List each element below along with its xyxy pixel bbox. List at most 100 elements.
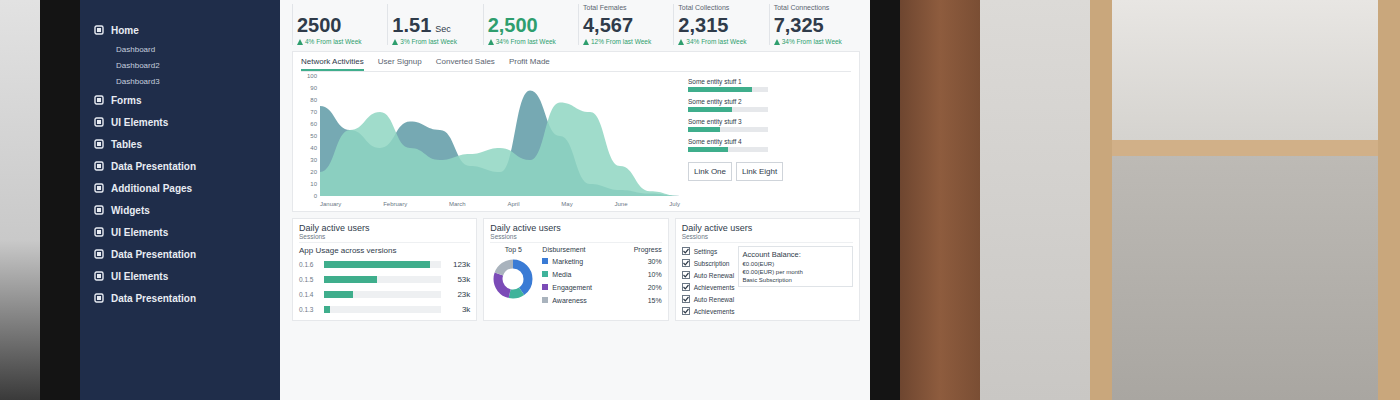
stat-label: Total Females: [583, 4, 669, 13]
sidebar-item[interactable]: UI Elements: [94, 222, 272, 242]
stat-value: 1.51Sec: [392, 14, 478, 37]
menu-item-icon: [94, 95, 104, 105]
stat-tile: 1.51Sec3% From last Week: [387, 4, 478, 45]
sidebar-item[interactable]: Tables: [94, 134, 272, 154]
chart-tab[interactable]: Network Activities: [301, 55, 364, 71]
up-arrow-icon: [583, 39, 589, 45]
sidebar-item[interactable]: Home: [94, 20, 272, 40]
progress-panel: Some entity stuff 1Some entity stuff 2So…: [688, 76, 851, 207]
stat-delta: 4% From last Week: [297, 38, 383, 45]
sidebar-item[interactable]: Forms: [94, 90, 272, 110]
version-bar: 0.1.553k: [299, 273, 470, 285]
checklist-item[interactable]: Settings: [682, 246, 735, 256]
menu-item-icon: [94, 161, 104, 171]
sidebar-item[interactable]: Additional Pages: [94, 178, 272, 198]
version-bar: 0.1.6123k: [299, 258, 470, 270]
sidebar-item[interactable]: Dashboard: [94, 42, 272, 56]
chart-tab[interactable]: Converted Sales: [436, 55, 495, 71]
donut-chart: [490, 256, 536, 302]
menu-item-icon: [94, 139, 104, 149]
stat-label: Total Connections: [774, 4, 860, 13]
stat-value: 2500: [297, 14, 383, 37]
menu-item-icon: [94, 117, 104, 127]
checkbox-icon: [682, 259, 690, 267]
version-bar: 0.1.423k: [299, 288, 470, 300]
menu-item-icon: [94, 293, 104, 303]
y-axis: 1009080706050403020100: [301, 73, 317, 199]
area-series: [320, 102, 680, 196]
donut-segment: [498, 264, 528, 294]
checkbox-icon: [682, 307, 690, 315]
checklist-item[interactable]: Achievements: [682, 282, 735, 292]
laptop: HomeDashboardDashboard2Dashboard3FormsUI…: [40, 0, 900, 400]
checklist-item[interactable]: Auto Renewal: [682, 270, 735, 280]
menu-item-icon: [94, 205, 104, 215]
background-room: [900, 0, 1400, 400]
area-chart: [320, 76, 680, 196]
usage-card: Daily active usersSessionsApp Usage acro…: [292, 218, 477, 321]
up-arrow-icon: [392, 39, 398, 45]
area-series: [320, 90, 680, 196]
sidebar-item[interactable]: UI Elements: [94, 112, 272, 132]
up-arrow-icon: [488, 39, 494, 45]
stats-row: 25004% From last Week1.51Sec3% From last…: [292, 4, 860, 45]
link-button[interactable]: Link One: [688, 162, 732, 181]
stat-value: 2,315: [678, 14, 764, 37]
version-bar: 0.1.33k: [299, 303, 470, 315]
stat-delta: 34% From last Week: [678, 38, 764, 45]
progress-bar: [688, 127, 768, 132]
stat-label: Total Collections: [678, 4, 764, 13]
up-arrow-icon: [774, 39, 780, 45]
menu-item-icon: [94, 227, 104, 237]
checkbox-icon: [682, 295, 690, 303]
door: [900, 0, 980, 400]
account-balance: Account Balance:€0.00(EUR)€0.00(EUR) per…: [738, 246, 853, 287]
progress-bar: [688, 107, 768, 112]
sidebar-item[interactable]: Dashboard3: [94, 74, 272, 88]
checkbox-icon: [682, 283, 690, 291]
stat-delta: 12% From last Week: [583, 38, 669, 45]
checkbox-icon: [682, 271, 690, 279]
menu-item-icon: [94, 183, 104, 193]
chart-tab[interactable]: Profit Made: [509, 55, 550, 71]
sidebar-item[interactable]: Data Presentation: [94, 288, 272, 308]
donut-segment: [498, 264, 528, 294]
stat-tile: 25004% From last Week: [292, 4, 383, 45]
legend-row: Awareness15%: [542, 295, 661, 305]
sidebar-item[interactable]: Widgets: [94, 200, 272, 220]
stat-value: 2,500: [488, 14, 574, 37]
checklist-item[interactable]: Achievements: [682, 306, 735, 316]
stat-value: 4,567: [583, 14, 669, 37]
menu-item-icon: [94, 271, 104, 281]
progress-bar: [688, 147, 768, 152]
legend-row: Marketing30%: [542, 256, 661, 266]
account-card: Daily active usersSessionsSettingsSubscr…: [675, 218, 860, 321]
sidebar-item[interactable]: Data Presentation: [94, 244, 272, 264]
legend-row: Engagement20%: [542, 282, 661, 292]
stat-value: 7,325: [774, 14, 860, 37]
stat-delta: 3% From last Week: [392, 38, 478, 45]
chart-tab[interactable]: User Signup: [378, 55, 422, 71]
sidebar: HomeDashboardDashboard2Dashboard3FormsUI…: [80, 0, 280, 400]
dashboard-screen: HomeDashboardDashboard2Dashboard3FormsUI…: [80, 0, 870, 400]
checklist-item[interactable]: Auto Renewal: [682, 294, 735, 304]
sidebar-item[interactable]: UI Elements: [94, 266, 272, 286]
donut-segment: [498, 264, 528, 294]
checklist-item[interactable]: Subscription: [682, 258, 735, 268]
stat-tile: Total Collections2,31534% From last Week: [673, 4, 764, 45]
progress-item: Some entity stuff 4: [688, 138, 851, 152]
shelf: [1090, 0, 1400, 400]
donut-segment: [498, 264, 528, 294]
link-button[interactable]: Link Eight: [736, 162, 783, 181]
stat-tile: 2,50034% From last Week: [483, 4, 574, 45]
sidebar-item[interactable]: Dashboard2: [94, 58, 272, 72]
wall: [980, 0, 1090, 400]
checkbox-icon: [682, 247, 690, 255]
stat-delta: 34% From last Week: [774, 38, 860, 45]
dashboard-main: 25004% From last Week1.51Sec3% From last…: [280, 0, 870, 400]
disbursement-card: Daily active usersSessionsTop 5Disbursem…: [483, 218, 668, 321]
sidebar-item[interactable]: Data Presentation: [94, 156, 272, 176]
cards-row: Daily active usersSessionsApp Usage acro…: [292, 218, 860, 321]
activity-chart: Network Activities User Signup Converted S…: [292, 51, 860, 212]
progress-item: Some entity stuff 2: [688, 98, 851, 112]
